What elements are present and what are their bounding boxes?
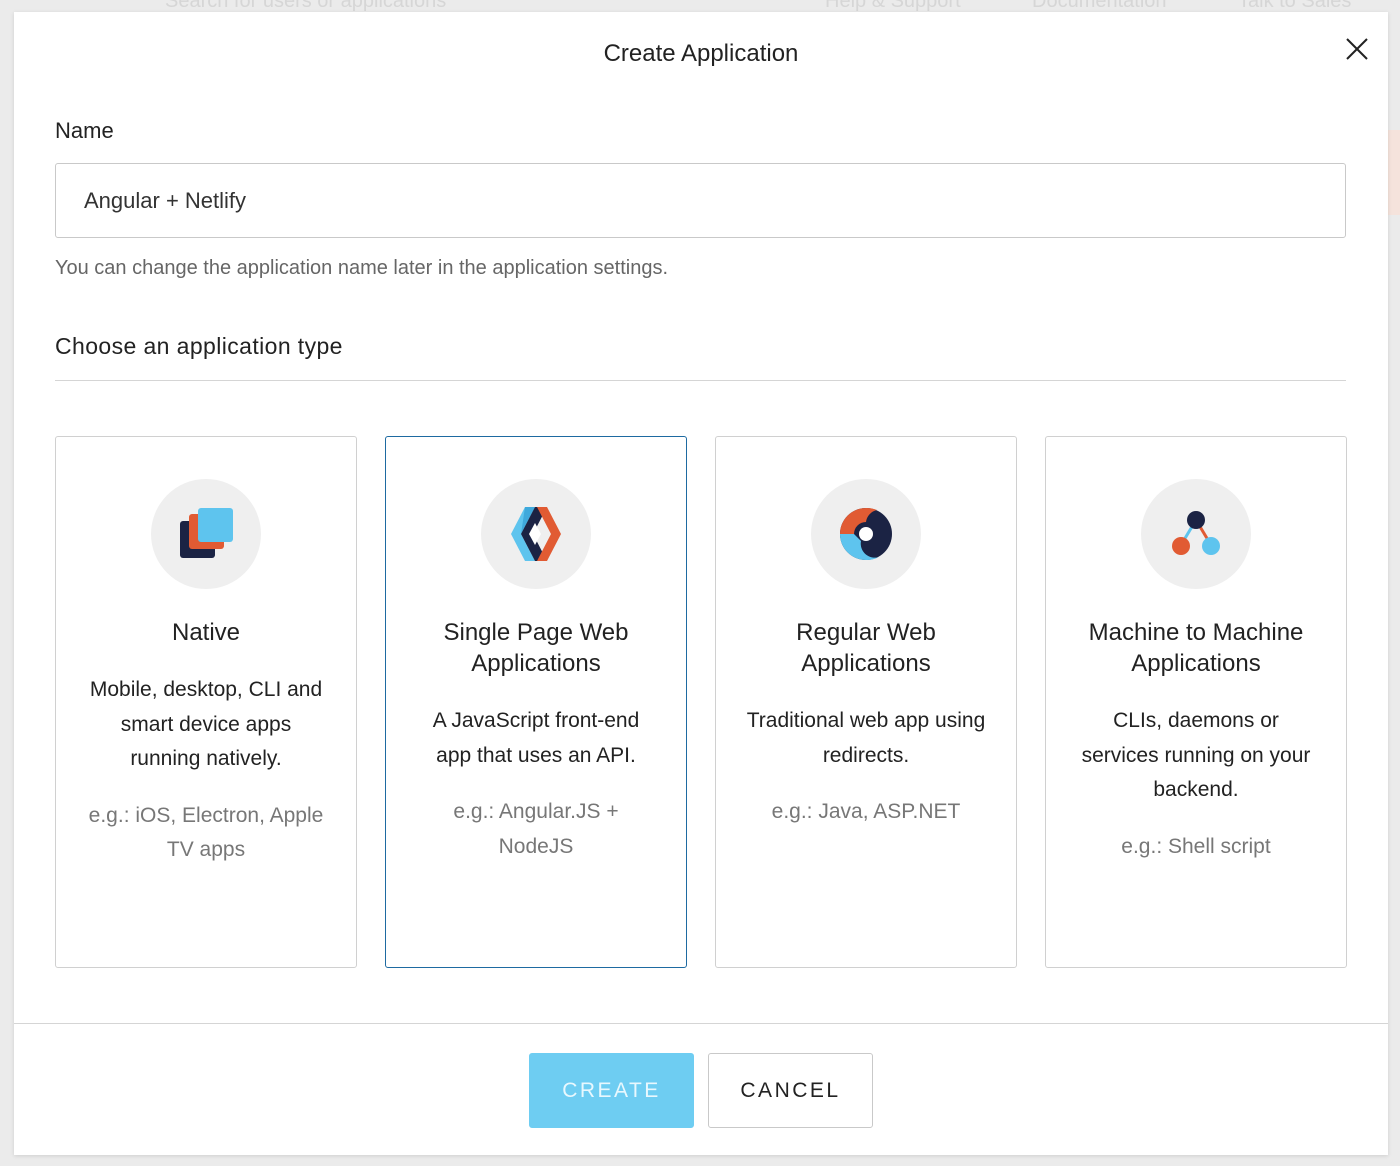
app-type-card-spa[interactable]: Single Page Web Applications A JavaScrip… [385, 436, 687, 968]
card-description: Mobile, desktop, CLI and smart device ap… [89, 678, 323, 770]
name-input[interactable] [55, 163, 1346, 238]
card-title: Native [171, 619, 241, 646]
card-example: e.g.: Java, ASP.NET [771, 800, 961, 823]
card-description: CLIs, daemons or services running on you… [1081, 709, 1311, 801]
name-label: Name [55, 118, 114, 143]
card-example: e.g.: iOS, Electron, Apple TV apps [88, 803, 324, 862]
card-description: Traditional web app using redirects. [746, 709, 986, 767]
close-icon [1346, 38, 1368, 60]
app-type-card-regular-web[interactable]: Regular Web Applications Traditional web… [715, 436, 1017, 968]
card-example: e.g.: Angular.JS + NodeJS [453, 800, 619, 858]
machine-nodes-icon [1141, 479, 1251, 589]
footer-divider [14, 1023, 1388, 1024]
spa-diamond-icon [481, 479, 591, 589]
application-type-heading: Choose an application type [55, 333, 343, 359]
close-button[interactable] [1344, 36, 1370, 62]
regular-web-circle-icon [811, 479, 921, 589]
card-title: Regular Web Applications [796, 619, 936, 677]
cancel-button[interactable]: CANCEL [708, 1053, 873, 1128]
create-application-dialog: Create Application Name You can change t… [14, 12, 1388, 1155]
create-button[interactable]: CREATE [529, 1053, 694, 1128]
name-help-text: You can change the application name late… [55, 257, 669, 279]
card-title: Single Page Web Applications [443, 619, 629, 677]
card-title: Machine to Machine Applications [1088, 619, 1304, 677]
card-description: A JavaScript front-end app that uses an … [432, 709, 640, 767]
section-divider [55, 380, 1346, 381]
native-icon [151, 479, 261, 589]
card-example: e.g.: Shell script [1121, 834, 1271, 858]
dialog-title: Create Application [603, 40, 799, 67]
app-type-card-native[interactable]: Native Mobile, desktop, CLI and smart de… [55, 436, 357, 968]
background-accent [1388, 130, 1400, 215]
app-type-card-m2m[interactable]: Machine to Machine Applications CLIs, da… [1045, 436, 1347, 968]
